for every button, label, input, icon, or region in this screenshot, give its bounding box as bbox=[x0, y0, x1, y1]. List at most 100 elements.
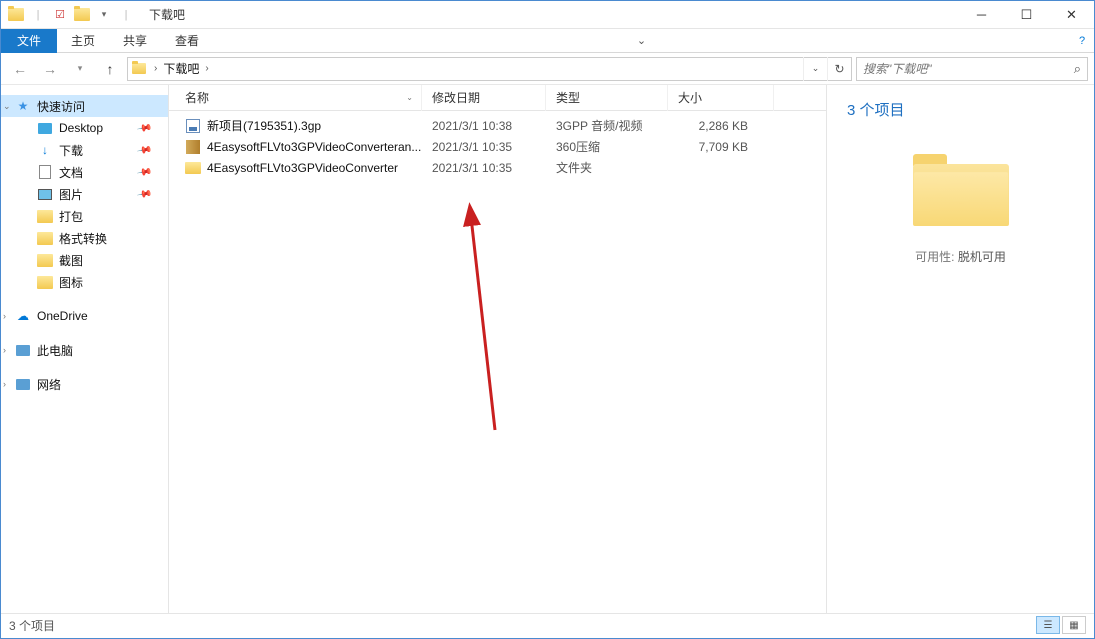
help-icon[interactable]: ? bbox=[1070, 35, 1094, 47]
folder-qat-icon[interactable] bbox=[73, 6, 91, 24]
pc-icon bbox=[15, 342, 31, 358]
sidebar-this-pc[interactable]: › 此电脑 bbox=[1, 339, 168, 361]
tab-view[interactable]: 查看 bbox=[161, 29, 213, 53]
availability-label: 可用性: bbox=[915, 250, 954, 264]
pin-icon: 📌 bbox=[136, 186, 153, 202]
chevron-right-icon[interactable]: › bbox=[3, 345, 6, 355]
file-row[interactable]: 4EasysoftFLVto3GPVideoConverteran... 202… bbox=[169, 136, 826, 157]
annotation-arrow bbox=[341, 195, 541, 455]
column-header-name[interactable]: 名称 ⌄ bbox=[169, 85, 422, 111]
star-icon: ★ bbox=[15, 98, 31, 114]
chevron-down-icon[interactable]: ⌄ bbox=[3, 101, 11, 112]
sidebar-item-label: 文档 bbox=[59, 164, 83, 181]
sidebar-item-desktop[interactable]: Desktop 📌 bbox=[1, 117, 168, 139]
preview-info: 可用性: 脱机可用 bbox=[847, 248, 1074, 265]
sidebar-item-documents[interactable]: 文档 📌 bbox=[1, 161, 168, 183]
folder-icon bbox=[37, 274, 53, 290]
file-name: 新项目(7195351).3gp bbox=[207, 117, 321, 134]
file-date: 2021/3/1 10:38 bbox=[422, 119, 546, 133]
breadcrumb[interactable]: 下载吧 bbox=[161, 60, 201, 77]
download-icon: ↓ bbox=[37, 142, 53, 158]
navigation-pane: ⌄ ★ 快速访问 Desktop 📌 ↓ 下载 📌 文档 📌 图片 📌 打包 bbox=[1, 85, 169, 613]
sidebar-quick-access[interactable]: ⌄ ★ 快速访问 bbox=[1, 95, 168, 117]
nav-up-button[interactable]: ↑ bbox=[97, 56, 123, 82]
preview-folder-icon bbox=[913, 150, 1009, 226]
view-icons-button[interactable]: ▦ bbox=[1062, 616, 1086, 634]
folder-icon bbox=[37, 230, 53, 246]
sidebar-item-label: 格式转换 bbox=[59, 230, 107, 247]
column-header-type[interactable]: 类型 bbox=[546, 85, 668, 111]
sidebar-item-label: 图片 bbox=[59, 186, 83, 203]
close-button[interactable]: ✕ bbox=[1049, 1, 1094, 29]
file-type: 3GPP 音频/视频 bbox=[546, 117, 668, 134]
tab-share[interactable]: 共享 bbox=[109, 29, 161, 53]
sidebar-item-folder[interactable]: 截图 bbox=[1, 249, 168, 271]
pin-icon: 📌 bbox=[136, 164, 153, 180]
maximize-button[interactable]: ☐ bbox=[1004, 1, 1049, 29]
column-label: 大小 bbox=[678, 89, 702, 106]
refresh-button[interactable]: ↻ bbox=[827, 57, 851, 81]
document-icon bbox=[37, 164, 53, 180]
qat-separator: | bbox=[29, 6, 47, 24]
column-header-date[interactable]: 修改日期 bbox=[422, 85, 546, 111]
search-box[interactable]: ⌕ bbox=[856, 57, 1088, 81]
nav-forward-button: → bbox=[37, 56, 63, 82]
address-bar[interactable]: › 下载吧 › ⌄ ↻ bbox=[127, 57, 852, 81]
qat-dropdown-icon[interactable]: ▾ bbox=[95, 6, 113, 24]
chevron-right-icon[interactable]: › bbox=[3, 379, 6, 389]
file-size: 7,709 KB bbox=[668, 140, 774, 154]
sidebar-item-label: 快速访问 bbox=[37, 98, 85, 115]
desktop-icon bbox=[37, 120, 53, 136]
sidebar-item-pictures[interactable]: 图片 📌 bbox=[1, 183, 168, 205]
ribbon: 文件 主页 共享 查看 ⌄ ? bbox=[1, 29, 1094, 53]
ribbon-expand-icon[interactable]: ⌄ bbox=[630, 34, 654, 47]
tab-home[interactable]: 主页 bbox=[57, 29, 109, 53]
cloud-icon: ☁ bbox=[15, 308, 31, 324]
search-input[interactable] bbox=[863, 62, 1074, 76]
file-name: 4EasysoftFLVto3GPVideoConverter bbox=[207, 161, 398, 175]
window-title: 下载吧 bbox=[149, 6, 185, 23]
sidebar-item-label: 截图 bbox=[59, 252, 83, 269]
qat-separator: | bbox=[117, 6, 135, 24]
sidebar-network[interactable]: › 网络 bbox=[1, 373, 168, 395]
file-row[interactable]: 新项目(7195351).3gp 2021/3/1 10:38 3GPP 音频/… bbox=[169, 115, 826, 136]
sidebar-item-downloads[interactable]: ↓ 下载 📌 bbox=[1, 139, 168, 161]
statusbar: 3 个项目 ☰ ▦ bbox=[1, 613, 1094, 636]
sidebar-item-label: Desktop bbox=[59, 121, 103, 135]
chevron-right-icon[interactable]: › bbox=[201, 63, 212, 74]
sidebar-item-label: 此电脑 bbox=[37, 342, 73, 359]
pin-icon: 📌 bbox=[136, 120, 153, 136]
tab-file[interactable]: 文件 bbox=[1, 29, 57, 53]
nav-recent-dropdown[interactable]: ▾ bbox=[67, 56, 93, 82]
file-row[interactable]: 4EasysoftFLVto3GPVideoConverter 2021/3/1… bbox=[169, 157, 826, 178]
folder-icon bbox=[37, 252, 53, 268]
sidebar-item-label: 网络 bbox=[37, 376, 61, 393]
network-icon bbox=[15, 376, 31, 392]
file-type: 文件夹 bbox=[546, 159, 668, 176]
column-label: 名称 bbox=[185, 89, 209, 106]
status-text: 3 个项目 bbox=[9, 617, 55, 634]
address-dropdown-icon[interactable]: ⌄ bbox=[803, 57, 827, 81]
sidebar-item-label: 图标 bbox=[59, 274, 83, 291]
checkbox-icon[interactable]: ☑ bbox=[51, 6, 69, 24]
column-label: 类型 bbox=[556, 89, 580, 106]
sidebar-item-folder[interactable]: 打包 bbox=[1, 205, 168, 227]
view-details-button[interactable]: ☰ bbox=[1036, 616, 1060, 634]
column-label: 修改日期 bbox=[432, 89, 480, 106]
preview-title: 3 个项目 bbox=[847, 99, 1074, 120]
sidebar-item-folder[interactable]: 图标 bbox=[1, 271, 168, 293]
titlebar: | ☑ ▾ | 下载吧 ─ ☐ ✕ bbox=[1, 1, 1094, 29]
nav-back-button[interactable]: ← bbox=[7, 56, 33, 82]
chevron-right-icon[interactable]: › bbox=[150, 63, 161, 74]
file-date: 2021/3/1 10:35 bbox=[422, 140, 546, 154]
sidebar-item-folder[interactable]: 格式转换 bbox=[1, 227, 168, 249]
folder-icon bbox=[37, 208, 53, 224]
chevron-right-icon[interactable]: › bbox=[3, 311, 6, 321]
sidebar-item-label: OneDrive bbox=[37, 309, 88, 323]
column-header-size[interactable]: 大小 bbox=[668, 85, 774, 111]
search-icon[interactable]: ⌕ bbox=[1074, 61, 1081, 77]
folder-icon bbox=[7, 6, 25, 24]
sidebar-onedrive[interactable]: › ☁ OneDrive bbox=[1, 305, 168, 327]
minimize-button[interactable]: ─ bbox=[959, 1, 1004, 29]
sidebar-item-label: 打包 bbox=[59, 208, 83, 225]
